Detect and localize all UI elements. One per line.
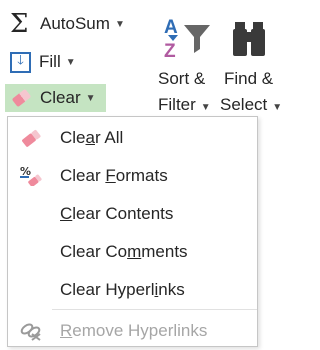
sort-filter-label-line1: Sort & — [158, 69, 206, 88]
label-part: emove Hyperlinks — [72, 321, 208, 340]
label-part: r All — [94, 128, 124, 147]
find-select-label-line2: Select — [220, 95, 268, 114]
binoculars-icon — [233, 22, 265, 56]
svg-text:A: A — [164, 17, 178, 38]
menu-item-label: Clear Formats — [60, 157, 168, 195]
clear-button[interactable]: Clear ▼ — [5, 84, 106, 112]
clear-dropdown-menu: Clear All % Clear Formats Clear Contents… — [7, 116, 258, 347]
access-key: F — [105, 166, 116, 185]
svg-text:Z: Z — [164, 41, 176, 59]
autosum-button[interactable]: Σ AutoSum ▼ — [10, 9, 125, 39]
label-part: Clear Hyperl — [60, 280, 155, 299]
sigma-icon: Σ — [10, 9, 29, 39]
editing-ribbon-group: Σ AutoSum ▼ 🡓 Fill ▼ Clear ▼ A Z Sort & … — [0, 0, 291, 120]
menu-item-label: Remove Hyperlinks — [60, 312, 207, 350]
menu-item-remove-hyperlinks: Remove Hyperlinks — [8, 312, 257, 350]
menu-item-clear-formats[interactable]: % Clear Formats — [8, 157, 257, 195]
menu-item-label: Clear All — [60, 119, 123, 157]
clear-formats-icon: % — [20, 166, 42, 186]
label-part: ments — [141, 242, 188, 261]
sort-filter-label-line2: Filter — [158, 95, 196, 114]
sort-filter-button[interactable]: A Z Sort & Filter ▼ — [156, 10, 214, 120]
find-select-label-line1: Find & — [224, 69, 274, 88]
access-key: C — [60, 204, 73, 223]
clear-label: Clear — [40, 88, 81, 107]
menu-item-clear-hyperlinks[interactable]: Clear Hyperlinks — [8, 271, 257, 309]
menu-item-label: Clear Comments — [60, 233, 188, 271]
eraser-icon — [22, 129, 41, 147]
label-part: Cle — [60, 128, 86, 147]
menu-item-clear-comments[interactable]: Clear Comments — [8, 233, 257, 271]
fill-button[interactable]: 🡓 Fill ▼ — [10, 49, 76, 75]
autosum-label: AutoSum — [40, 14, 110, 33]
chevron-down-icon[interactable]: ▼ — [115, 19, 125, 30]
label-part: nks — [158, 280, 185, 299]
label-part: Clear — [60, 166, 106, 185]
remove-hyperlinks-icon — [20, 323, 41, 341]
fill-label: Fill — [39, 52, 61, 71]
menu-item-label: Clear Hyperlinks — [60, 271, 185, 309]
access-key: a — [85, 128, 95, 147]
chevron-down-icon: ▼ — [65, 56, 76, 68]
eraser-icon — [11, 88, 32, 108]
menu-item-clear-contents[interactable]: Clear Contents — [8, 195, 257, 233]
fill-down-icon: 🡓 — [10, 51, 31, 73]
menu-separator — [52, 309, 257, 310]
chevron-down-icon: ▼ — [200, 102, 211, 113]
menu-item-label: Clear Contents — [60, 195, 173, 233]
label-part: lear Contents — [72, 204, 174, 223]
label-part: Clear Co — [60, 242, 128, 261]
label-part: ormats — [115, 166, 168, 185]
menu-item-clear-all[interactable]: Clear All — [8, 119, 257, 157]
access-key: R — [60, 321, 73, 340]
chevron-down-icon: ▼ — [272, 102, 283, 113]
access-key: m — [127, 242, 142, 261]
find-select-button[interactable]: Find & Select ▼ — [220, 10, 290, 120]
sort-filter-icon: A Z — [164, 17, 210, 59]
chevron-down-icon: ▼ — [85, 92, 96, 104]
